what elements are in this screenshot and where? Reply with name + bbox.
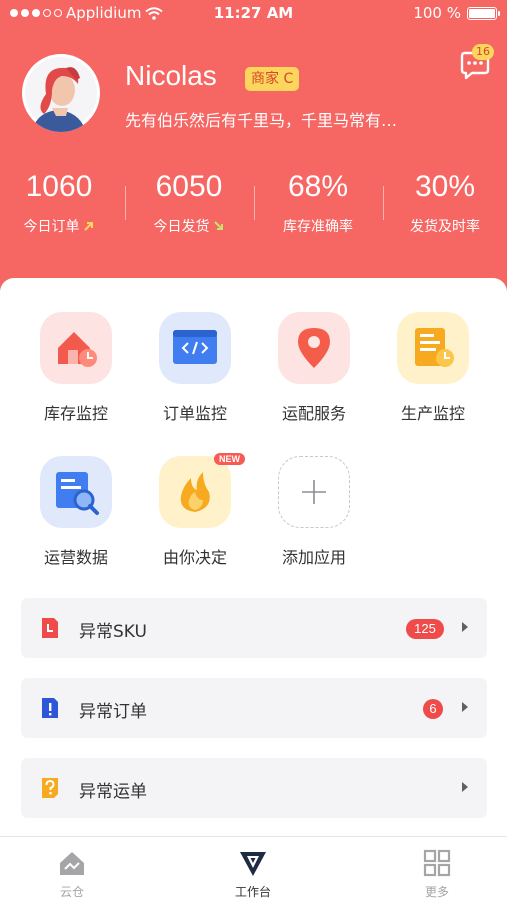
chevron-right-icon xyxy=(462,782,468,792)
stat-inventory-accuracy[interactable]: 68% 库存准确率 xyxy=(255,170,381,236)
app-label: 由你决定 xyxy=(162,548,227,567)
warehouse-icon xyxy=(40,312,112,384)
app-you-decide[interactable]: NEW 由你决定 xyxy=(136,453,254,568)
app-production-monitor[interactable]: 生产监控 xyxy=(374,312,492,424)
production-report-icon xyxy=(397,312,469,384)
tab-label: 云仓 xyxy=(59,885,84,899)
app-order-monitor[interactable]: 订单监控 xyxy=(136,312,254,424)
avatar[interactable] xyxy=(22,54,100,132)
profile-header: Applidium 11:27 AM 100 % Nicolas 商家 C 先有… xyxy=(0,0,507,300)
stat-today-shipments[interactable]: 6050 今日发货 xyxy=(126,170,252,236)
stat-label: 发货及时率 xyxy=(410,219,480,235)
tab-more[interactable]: 更多 xyxy=(387,849,487,900)
app-label: 订单监控 xyxy=(162,404,227,423)
plus-icon xyxy=(278,456,350,528)
workbench-icon xyxy=(240,852,266,876)
alert-count-badge: 6 xyxy=(423,699,443,719)
stat-value: 1060 xyxy=(25,170,93,203)
location-pin-icon xyxy=(278,312,350,384)
grid-icon xyxy=(423,849,451,877)
app-label: 生产监控 xyxy=(400,404,465,423)
alert-row-sku[interactable]: 异常SKU 125 xyxy=(21,598,487,658)
battery-info: 100 % xyxy=(413,4,500,22)
stat-value: 30% xyxy=(414,170,476,203)
workbench-card: 库存监控 订单监控 运配服务 生产监控 运营数据 NEW 由你决定 添加应用 异… xyxy=(0,278,507,838)
app-delivery-service[interactable]: 运配服务 xyxy=(255,312,373,424)
stat-label: 库存准确率 xyxy=(283,219,353,235)
battery-percent: 100 % xyxy=(413,4,461,22)
cloud-warehouse-icon xyxy=(60,852,84,875)
merchant-badge: 商家 C xyxy=(245,67,300,91)
sku-alert-icon xyxy=(42,618,58,638)
stat-label: 今日发货 xyxy=(153,219,210,235)
trend-down-icon xyxy=(213,221,223,230)
status-bar: Applidium 11:27 AM 100 % xyxy=(0,0,507,28)
stat-label: 今日订单 xyxy=(23,219,80,235)
alert-row-waybill[interactable]: 异常运单 xyxy=(21,758,487,818)
alert-label: 异常运单 xyxy=(79,782,147,802)
trend-up-icon xyxy=(83,222,93,231)
battery-icon xyxy=(467,6,500,20)
flame-icon: NEW xyxy=(159,453,245,528)
user-name: Nicolas xyxy=(125,60,217,91)
tab-cloud-warehouse[interactable]: 云仓 xyxy=(22,849,122,900)
chevron-right-icon xyxy=(462,622,468,632)
app-add[interactable]: 添加应用 xyxy=(255,456,373,568)
alert-row-order[interactable]: 异常订单 6 xyxy=(21,678,487,738)
alert-label: 异常订单 xyxy=(79,702,147,722)
alert-label: 异常SKU xyxy=(79,622,147,642)
app-label: 库存监控 xyxy=(43,404,108,423)
app-operations-data[interactable]: 运营数据 xyxy=(17,456,135,568)
tab-label: 更多 xyxy=(424,885,449,899)
stat-today-orders[interactable]: 1060 今日订单 xyxy=(0,170,122,236)
stat-on-time-shipping[interactable]: 30% 发货及时率 xyxy=(382,170,507,236)
user-motto: 先有伯乐然后有千里马，千里马常有… xyxy=(125,111,398,130)
app-label: 运营数据 xyxy=(43,548,108,567)
tab-workbench[interactable]: 工作台 xyxy=(203,849,303,900)
alert-count-badge: 125 xyxy=(406,619,444,639)
waybill-alert-icon xyxy=(42,778,58,798)
data-search-icon xyxy=(40,456,112,528)
tab-label: 工作台 xyxy=(234,885,271,899)
stat-value: 68% xyxy=(287,170,349,203)
code-window-icon xyxy=(159,312,231,384)
order-alert-icon xyxy=(42,698,58,718)
chevron-right-icon xyxy=(462,702,468,712)
app-inventory-monitor[interactable]: 库存监控 xyxy=(17,312,135,424)
message-count-badge: 16 xyxy=(472,44,494,60)
stat-value: 6050 xyxy=(155,170,223,203)
user-avatar-icon xyxy=(25,57,97,132)
tab-bar: 云仓 工作台 更多 xyxy=(0,836,507,900)
app-label: 添加应用 xyxy=(281,548,346,567)
new-badge: NEW xyxy=(214,453,245,465)
app-label: 运配服务 xyxy=(281,404,346,423)
